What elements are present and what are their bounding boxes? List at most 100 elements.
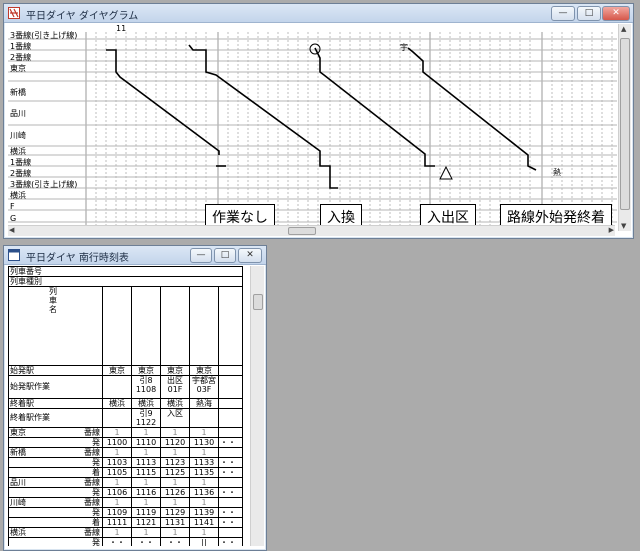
time-cell[interactable] [218,527,243,538]
time-cell[interactable]: ・・ [218,457,243,468]
time-cell[interactable]: ・・ [218,507,243,518]
time-cell[interactable]: || [189,537,219,546]
diagram-vscrollbar[interactable]: ▲ ▼ [618,24,631,231]
timetable-grid[interactable]: 列車番号 列車種別 列 車 名 始発駅 東京 東京 東京 東京 始発駅作業 引8… [8,266,248,546]
time-cell[interactable]: 1 [189,527,219,538]
time-cell[interactable]: ・・ [218,437,243,448]
close-button[interactable]: ✕ [602,6,630,21]
origin-cell[interactable] [218,365,243,376]
time-cell[interactable]: 1126 [160,487,190,498]
origin-work-cell[interactable]: 引8 1108 [131,375,161,399]
terminus-cell[interactable]: 横浜 [102,398,132,409]
close-button[interactable]: ✕ [238,248,262,263]
time-cell[interactable]: ・・ [160,537,190,546]
timetable-titlebar[interactable]: 平日ダイヤ 南行時刻表 — □ ✕ [4,246,266,265]
train-name-cell[interactable] [189,286,219,366]
time-cell[interactable]: ・・ [102,537,132,546]
diagram-canvas[interactable]: 11 3番線(引き上げ線) 1番線 2番線 東京 新橋 品川 川崎 横浜 1番線… [8,24,617,230]
scroll-left-icon[interactable]: ◀ [9,226,14,234]
minimize-button[interactable]: — [551,6,575,21]
time-cell[interactable]: 1110 [131,437,161,448]
terminus-work-cell[interactable] [189,408,219,428]
origin-work-cell[interactable]: 宇都宮 03F [189,375,219,399]
time-cell[interactable]: 1 [189,497,219,508]
maximize-button[interactable]: □ [214,248,236,263]
origin-cell[interactable]: 東京 [160,365,190,376]
time-cell[interactable]: 1 [131,447,161,458]
time-cell[interactable]: 1129 [160,507,190,518]
time-cell[interactable]: ・・ [218,487,243,498]
origin-work-cell[interactable]: 出区 01F [160,375,190,399]
terminus-cell[interactable]: 横浜 [131,398,161,409]
time-cell[interactable]: 1136 [189,487,219,498]
terminus-work-cell[interactable] [218,408,243,428]
train-name-cell[interactable] [131,286,161,366]
minimize-button[interactable]: — [190,248,212,263]
terminus-cell[interactable]: 熱海 [189,398,219,409]
time-cell[interactable]: 1 [189,427,219,438]
time-cell[interactable]: 1133 [189,457,219,468]
diagram-titlebar[interactable]: 平日ダイヤ ダイヤグラム — □ ✕ [4,4,633,23]
time-cell[interactable] [218,497,243,508]
time-cell[interactable]: 1 [102,527,132,538]
timetable-vscrollbar[interactable] [250,266,264,546]
origin-cell[interactable]: 東京 [189,365,219,376]
terminus-cell[interactable] [218,398,243,409]
train-name-cell[interactable] [160,286,190,366]
origin-cell[interactable]: 東京 [102,365,132,376]
scroll-right-icon[interactable]: ▶ [609,226,614,234]
time-cell[interactable]: 1 [160,447,190,458]
time-cell[interactable]: 1109 [102,507,132,518]
time-cell[interactable] [218,447,243,458]
time-cell[interactable]: 1 [189,477,219,488]
time-cell[interactable]: 1106 [102,487,132,498]
maximize-button[interactable]: □ [577,6,601,21]
time-cell[interactable]: 1 [189,447,219,458]
time-cell[interactable]: 1113 [131,457,161,468]
time-cell[interactable]: 1 [160,527,190,538]
time-cell[interactable]: ・・ [218,537,243,546]
hscroll-thumb[interactable] [288,227,316,235]
scroll-down-icon[interactable]: ▼ [621,222,626,230]
origin-cell[interactable]: 東京 [131,365,161,376]
time-cell[interactable]: 1 [131,497,161,508]
time-cell[interactable]: 1141 [189,517,219,528]
time-cell[interactable]: 1131 [160,517,190,528]
time-cell[interactable]: ・・ [218,467,243,478]
train-name-cell[interactable] [102,286,132,366]
vscroll-thumb[interactable] [620,38,630,210]
time-cell[interactable]: 1 [160,497,190,508]
time-cell[interactable]: 1115 [131,467,161,478]
time-cell[interactable]: 1111 [102,517,132,528]
time-cell[interactable]: 1 [102,447,132,458]
timetable-vscroll-thumb[interactable] [253,294,263,310]
time-cell[interactable]: 1 [102,427,132,438]
time-cell[interactable]: 1 [160,477,190,488]
time-cell[interactable]: 1130 [189,437,219,448]
time-cell[interactable]: 1119 [131,507,161,518]
time-cell[interactable]: 1123 [160,457,190,468]
time-cell[interactable]: 1120 [160,437,190,448]
time-cell[interactable]: 1 [160,427,190,438]
time-cell[interactable] [218,427,243,438]
time-cell[interactable]: 1 [131,527,161,538]
terminus-work-cell[interactable]: 入区 [160,408,190,428]
time-cell[interactable]: 1 [102,477,132,488]
time-cell[interactable]: 1121 [131,517,161,528]
time-cell[interactable]: 1116 [131,487,161,498]
scroll-up-icon[interactable]: ▲ [621,25,626,33]
time-cell[interactable]: ・・ [218,517,243,528]
terminus-work-cell[interactable]: 引9 1122 [131,408,161,428]
time-cell[interactable]: 1 [131,427,161,438]
time-cell[interactable]: 1135 [189,467,219,478]
diagram-hscrollbar[interactable]: ◀ ▶ [8,225,615,236]
time-cell[interactable]: ・・ [131,537,161,546]
terminus-cell[interactable]: 横浜 [160,398,190,409]
train-name-cell[interactable] [218,286,243,366]
origin-work-cell[interactable] [102,375,132,399]
time-cell[interactable]: 1125 [160,467,190,478]
time-cell[interactable]: 1105 [102,467,132,478]
time-cell[interactable]: 1103 [102,457,132,468]
time-cell[interactable]: 1100 [102,437,132,448]
time-cell[interactable]: 1 [102,497,132,508]
